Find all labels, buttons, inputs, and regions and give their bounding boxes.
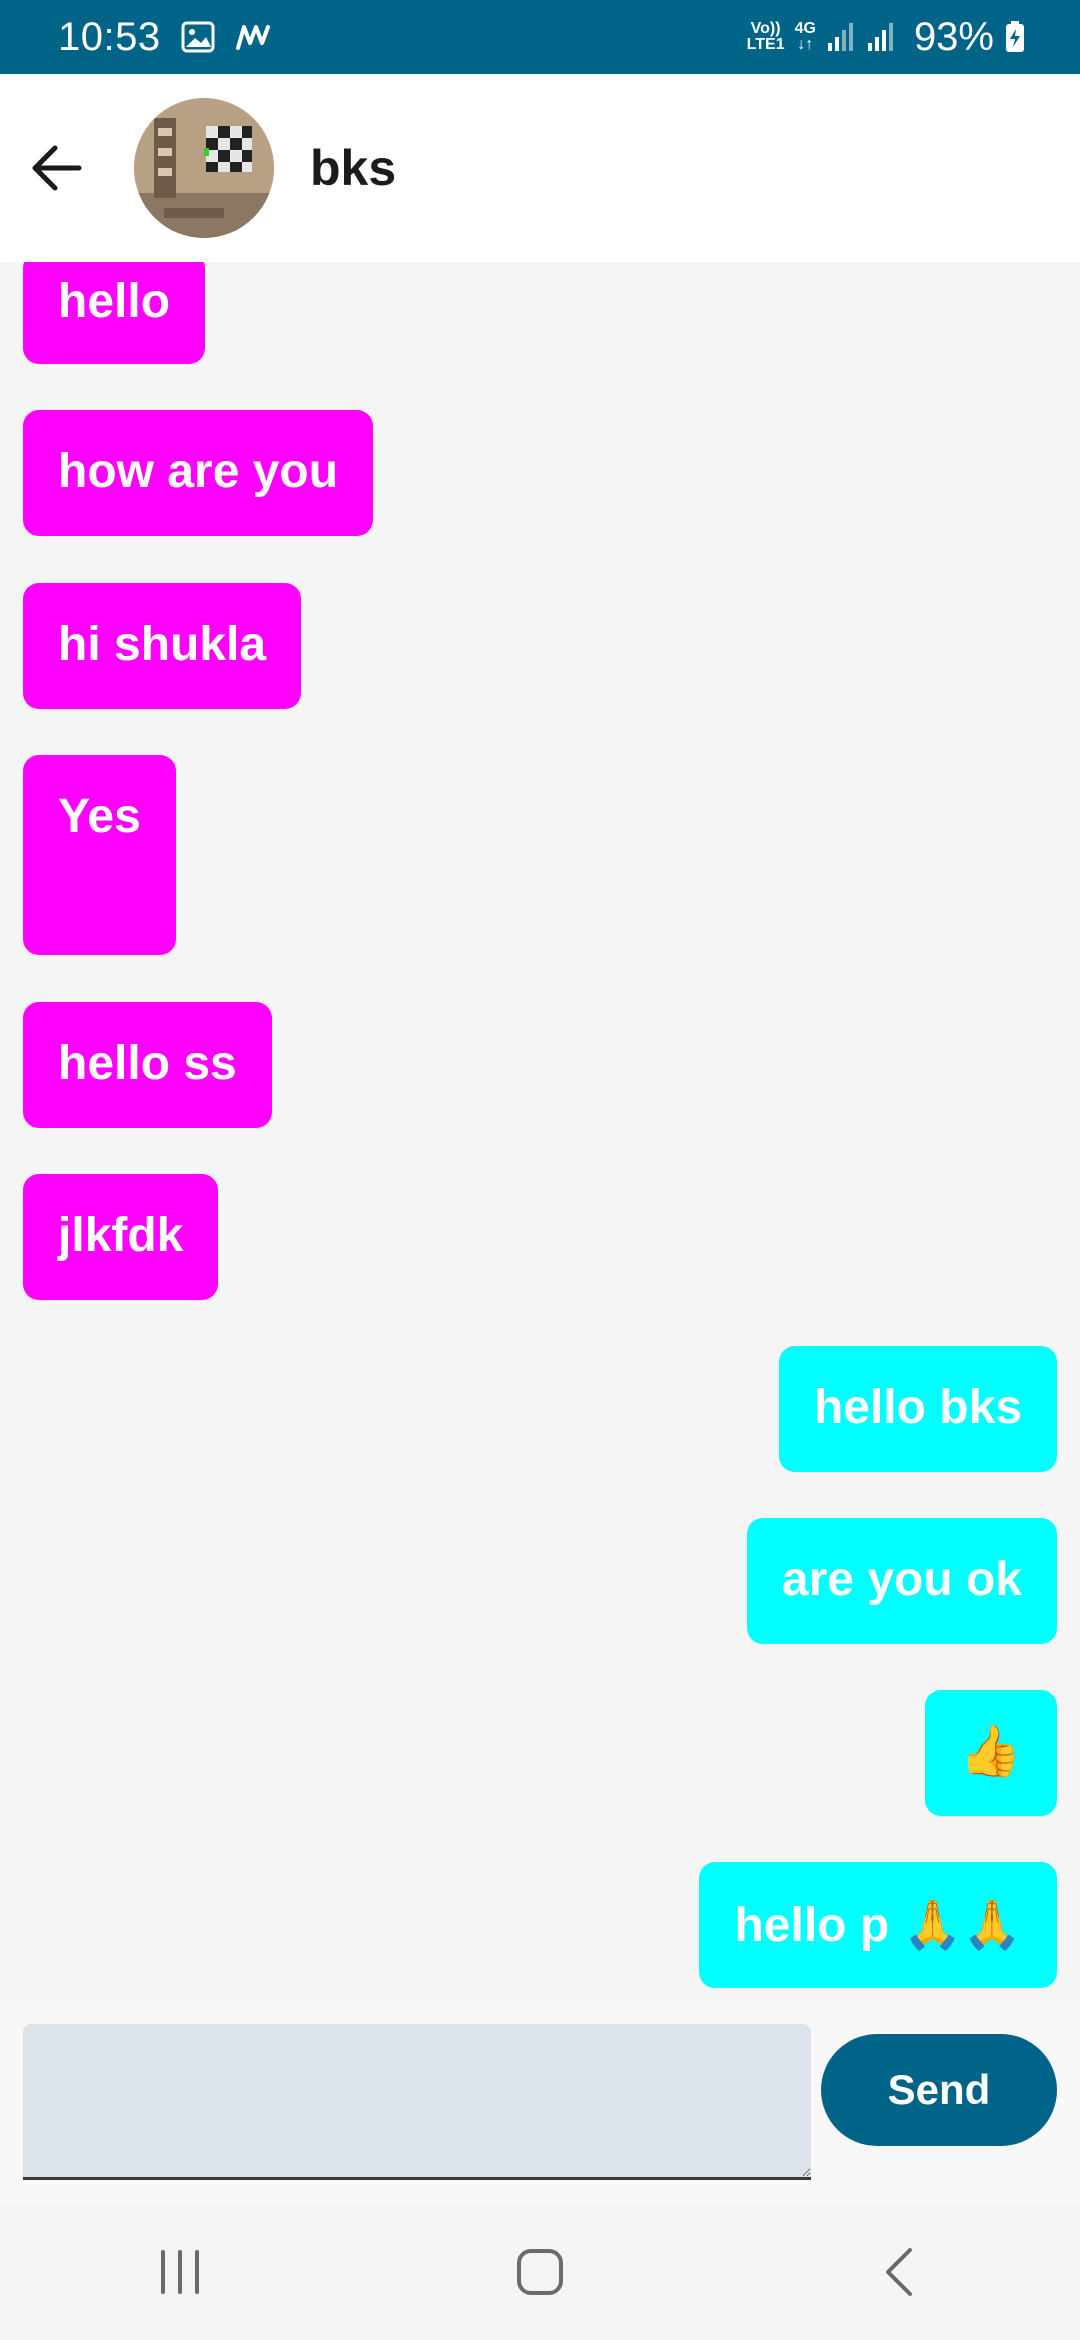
app-notification-icon — [235, 23, 271, 51]
signal-strength-icon-1 — [826, 21, 856, 53]
battery-charging-icon — [1004, 20, 1026, 54]
message-bubble-incoming[interactable]: hello — [23, 262, 206, 364]
nav-home-button[interactable] — [480, 2222, 600, 2322]
message-text: hello — [58, 275, 171, 328]
message-bubble-incoming[interactable]: hello ss — [23, 1002, 272, 1128]
message-list[interactable]: hello how are you hi shukla Yes hello ss… — [0, 262, 1080, 2000]
message-text: jlkfdk — [58, 1209, 184, 1262]
status-bar: 10:53 Vo)) LTE1 4G ↓↑ 93% — [0, 0, 1080, 74]
message-text: hello ss — [58, 1037, 237, 1090]
message-bubble-outgoing[interactable]: hello bks — [778, 1346, 1057, 1472]
signal-strength-icon-2 — [866, 21, 896, 53]
message-bubble-outgoing[interactable]: are you ok — [746, 1518, 1057, 1644]
contact-avatar[interactable] — [134, 98, 274, 238]
composer: Send — [0, 2000, 1080, 2204]
nav-recents-button[interactable] — [120, 2222, 240, 2322]
message-bubble-incoming[interactable]: hi shukla — [23, 583, 302, 709]
system-nav-bar — [0, 2204, 1080, 2340]
message-bubble-incoming[interactable]: how are you — [23, 410, 374, 536]
chat-screen: 10:53 Vo)) LTE1 4G ↓↑ 93% bks hello how … — [0, 0, 1080, 2340]
battery-percentage: 93% — [913, 14, 994, 59]
message-bubble-incoming[interactable]: jlkfdk — [23, 1174, 219, 1300]
message-text: Yes — [58, 790, 141, 843]
chat-header: bks — [0, 74, 1080, 262]
message-text: hi shukla — [58, 618, 267, 671]
volte-label: Vo)) — [750, 20, 781, 37]
data-type-label: 4G — [794, 20, 816, 37]
message-bubble-incoming[interactable]: Yes — [23, 755, 176, 955]
lte-label: LTE1 — [746, 36, 785, 53]
message-bubble-outgoing[interactable]: 👍 — [924, 1690, 1057, 1816]
send-button[interactable]: Send — [821, 2034, 1057, 2146]
volte-indicator: Vo)) LTE1 — [747, 21, 785, 53]
back-button[interactable] — [22, 133, 92, 203]
message-text: are you ok — [781, 1553, 1022, 1606]
data-indicator: 4G ↓↑ — [795, 21, 816, 53]
recents-icon — [161, 2250, 199, 2294]
data-arrows-icon: ↓↑ — [797, 36, 814, 53]
message-input[interactable] — [23, 2024, 811, 2180]
message-bubble-outgoing[interactable]: hello p 🙏🙏 — [699, 1862, 1057, 1988]
contact-name: bks — [310, 140, 397, 196]
message-text: how are you — [58, 445, 339, 498]
message-text: 👍 — [959, 1723, 1022, 1779]
nav-back-icon — [886, 2248, 912, 2296]
home-icon — [517, 2249, 563, 2295]
status-time: 10:53 — [58, 14, 161, 59]
gallery-notification-icon — [181, 21, 215, 53]
message-text: hello bks — [813, 1381, 1022, 1434]
nav-back-button[interactable] — [840, 2222, 960, 2322]
message-text: hello p 🙏🙏 — [734, 1899, 1022, 1952]
arrow-left-icon — [32, 145, 82, 191]
